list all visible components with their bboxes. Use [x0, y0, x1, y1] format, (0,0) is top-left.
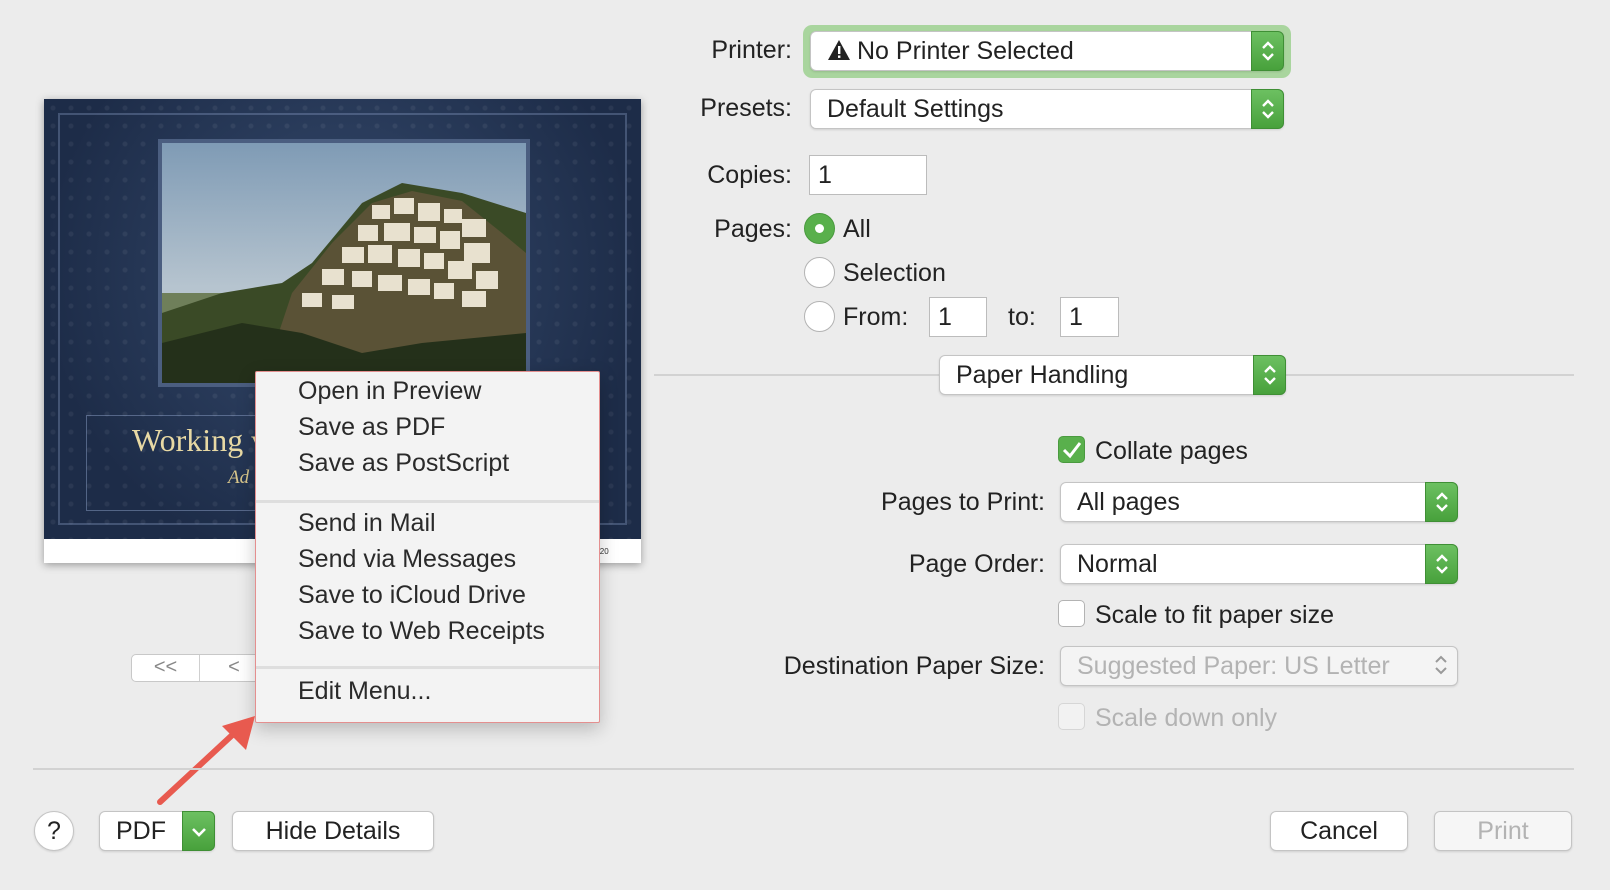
presets-label: Presets: [700, 94, 792, 122]
updown-chevron-icon [1425, 544, 1458, 584]
cancel-button[interactable]: Cancel [1270, 811, 1408, 851]
updown-chevron-icon [1251, 31, 1284, 71]
pages-all-label: All [843, 215, 871, 243]
scale-to-fit-label: Scale to fit paper size [1095, 601, 1335, 629]
annotation-arrow-icon [157, 716, 255, 805]
menu-separator [256, 666, 599, 669]
pages-from-field[interactable]: 1 [929, 297, 987, 337]
printer-popup[interactable]: No Printer Selected [810, 31, 1284, 71]
destination-paper-size-value: Suggested Paper: US Letter [1077, 652, 1390, 680]
pages-to-print-value: All pages [1077, 488, 1180, 516]
pages-to-print-label: Pages to Print: [881, 488, 1045, 516]
pages-to-field[interactable]: 1 [1060, 297, 1119, 337]
menu-item-send-via-messages[interactable]: Send via Messages [298, 542, 516, 576]
updown-chevron-icon [1425, 482, 1458, 522]
destination-paper-size-label: Destination Paper Size: [783, 652, 1045, 680]
menu-item-edit-menu[interactable]: Edit Menu... [298, 674, 431, 708]
cover-subtitle: Ad [228, 467, 250, 488]
scale-down-only-checkbox[interactable] [1058, 703, 1085, 730]
pages-from-radio[interactable] [804, 301, 835, 332]
copies-label: Copies: [707, 161, 792, 189]
pages-label: Pages: [714, 215, 792, 243]
printer-label: Printer: [711, 36, 792, 64]
menu-item-save-to-icloud[interactable]: Save to iCloud Drive [298, 578, 526, 612]
menu-item-save-to-web-receipts[interactable]: Save to Web Receipts [298, 614, 545, 648]
pages-from-label: From: [843, 303, 909, 331]
warning-icon [828, 40, 850, 60]
menu-item-send-in-mail[interactable]: Send in Mail [298, 506, 436, 540]
cover-photo [158, 139, 530, 387]
pages-to-print-popup[interactable]: All pages [1060, 482, 1458, 522]
presets-value: Default Settings [827, 95, 1004, 123]
pages-to-label: to: [1008, 303, 1036, 331]
page-order-value: Normal [1077, 550, 1158, 578]
menu-item-open-in-preview[interactable]: Open in Preview [298, 374, 481, 408]
pdf-menu: Open in Preview Save as PDF Save as Post… [255, 371, 600, 723]
pdf-menu-button[interactable]: PDF [99, 811, 215, 851]
page-order-popup[interactable]: Normal [1060, 544, 1458, 584]
hide-details-button[interactable]: Hide Details [232, 811, 434, 851]
menu-item-save-as-pdf[interactable]: Save as PDF [298, 410, 445, 444]
help-button[interactable]: ? [34, 811, 74, 851]
chevron-down-icon [182, 811, 215, 851]
menu-item-save-as-postscript[interactable]: Save as PostScript [298, 446, 509, 480]
first-page-button[interactable]: << [132, 655, 200, 681]
scale-down-only-label: Scale down only [1095, 704, 1278, 732]
printer-value: No Printer Selected [857, 37, 1074, 65]
collate-checkbox[interactable] [1058, 436, 1085, 463]
section-value: Paper Handling [956, 361, 1129, 389]
checkmark-icon [1062, 442, 1082, 459]
collate-label: Collate pages [1095, 437, 1248, 465]
updown-chevron-icon [1251, 89, 1284, 129]
updown-chevron-icon [1253, 355, 1286, 395]
pages-selection-radio[interactable] [804, 257, 835, 288]
copies-field[interactable]: 1 [809, 155, 927, 195]
page-order-label: Page Order: [908, 550, 1045, 578]
scale-to-fit-checkbox[interactable] [1058, 600, 1085, 627]
pages-all-radio[interactable] [804, 213, 835, 244]
updown-chevron-icon [1425, 646, 1458, 686]
menu-separator [256, 500, 599, 503]
pdf-button-label: PDF [116, 817, 166, 845]
presets-popup[interactable]: Default Settings [810, 89, 1284, 129]
section-popup[interactable]: Paper Handling [939, 355, 1286, 395]
preview-page-nav: << < [131, 654, 271, 682]
cover-title: Working v [132, 422, 268, 458]
destination-paper-size-popup[interactable]: Suggested Paper: US Letter [1060, 646, 1458, 686]
pages-selection-label: Selection [843, 259, 946, 287]
footer-divider [33, 768, 1574, 770]
print-button[interactable]: Print [1434, 811, 1572, 851]
